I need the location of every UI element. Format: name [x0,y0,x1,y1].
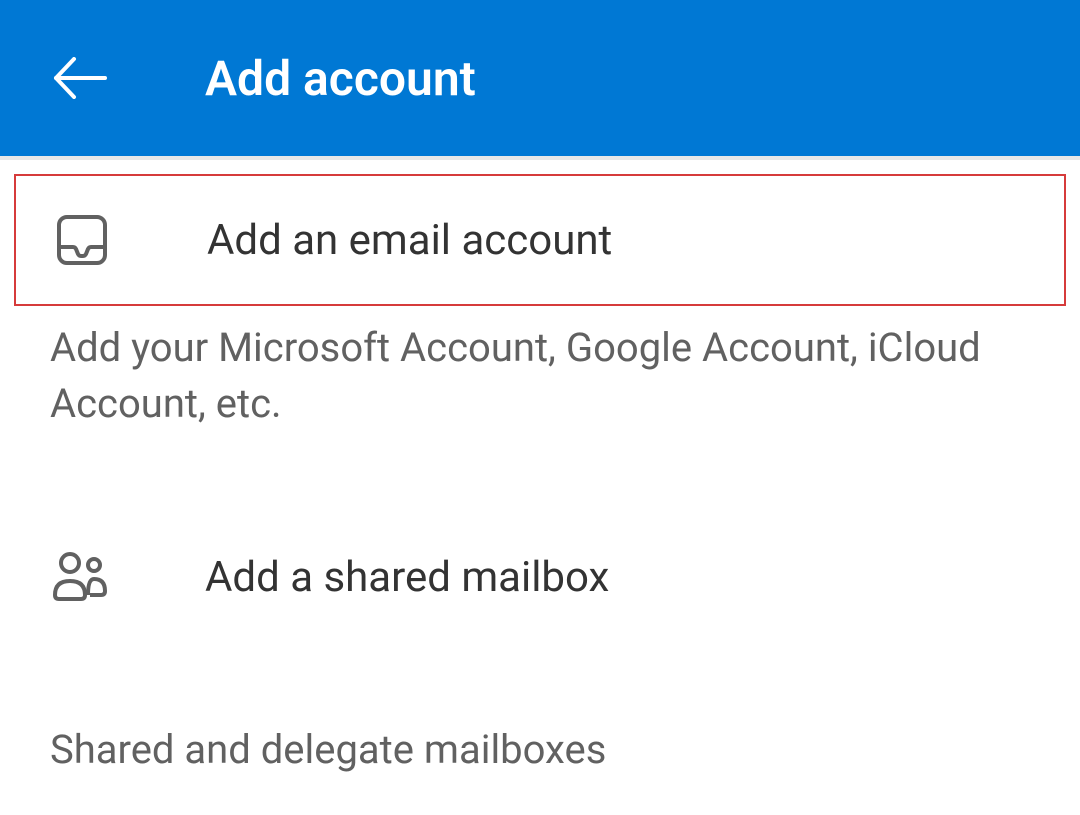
email-account-description: Add your Microsoft Account, Google Accou… [0,306,1080,462]
header: Add account [0,0,1080,156]
add-email-account-option[interactable]: Add an email account [14,174,1066,306]
inbox-icon [52,210,112,270]
back-arrow-icon [53,57,107,99]
shared-mailbox-description: Shared and delegate mailboxes [0,657,1080,808]
header-separator [0,156,1080,160]
add-shared-mailbox-label: Add a shared mailbox [205,553,609,602]
page-title: Add account [205,50,476,107]
add-email-account-label: Add an email account [207,216,612,265]
people-icon [50,547,110,607]
back-button[interactable] [50,48,110,108]
add-shared-mailbox-option[interactable]: Add a shared mailbox [0,462,1080,657]
